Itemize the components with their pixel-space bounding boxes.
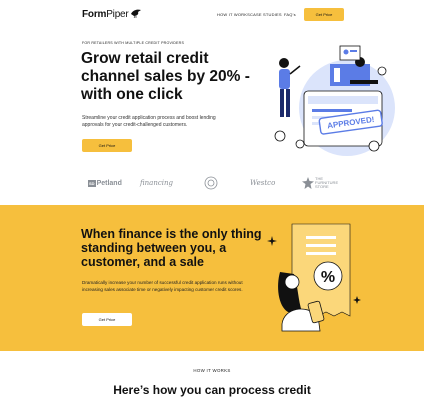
how-it-works-title: Here’s how you can process credit: [113, 383, 311, 397]
star-icon: [302, 177, 314, 189]
hero-get-price-button[interactable]: Get Price: [82, 139, 132, 152]
finance-illustration: %: [267, 223, 361, 332]
seal-icon: [204, 176, 218, 190]
nav-link-how-it-works[interactable]: HOW IT WORKS: [217, 12, 250, 17]
hero-subtitle: Streamline your credit application proce…: [82, 115, 216, 128]
approved-illustration: APPROVED!: [274, 45, 395, 156]
westco-logo: Westco: [250, 179, 276, 187]
nav-link-faqs[interactable]: FAQ's: [284, 12, 296, 17]
emblem-logo: [204, 176, 218, 190]
top-nav: FormPiper HOW IT WORKS CASE STUDIES FAQ'…: [0, 0, 424, 30]
finance-get-price-button[interactable]: Get Price: [82, 313, 132, 326]
hero-title: Grow retail credit channel sales by 20% …: [81, 50, 250, 103]
petland-logo: SD Petland: [88, 179, 122, 187]
bird-logo-icon: [131, 9, 141, 18]
finance-title: When finance is the only thing standing …: [81, 227, 262, 269]
how-it-works-eyebrow: HOW IT WORKS: [193, 368, 231, 373]
nav-link-case-studies[interactable]: CASE STUDIES: [250, 12, 282, 17]
nav-get-price-button[interactable]: Get Price: [304, 8, 344, 21]
formpiper-logo[interactable]: FormPiper: [82, 9, 129, 20]
percent-icon: %: [321, 269, 335, 286]
financing-logo: financing: [140, 179, 174, 187]
hero-eyebrow: FOR RETAILERS WITH MULTIPLE CREDIT PROVI…: [82, 41, 185, 45]
finance-subtitle: Dramatically increase your number of suc…: [82, 280, 243, 292]
furniture-store-logo: THE FURNITURE STORE: [302, 176, 338, 190]
